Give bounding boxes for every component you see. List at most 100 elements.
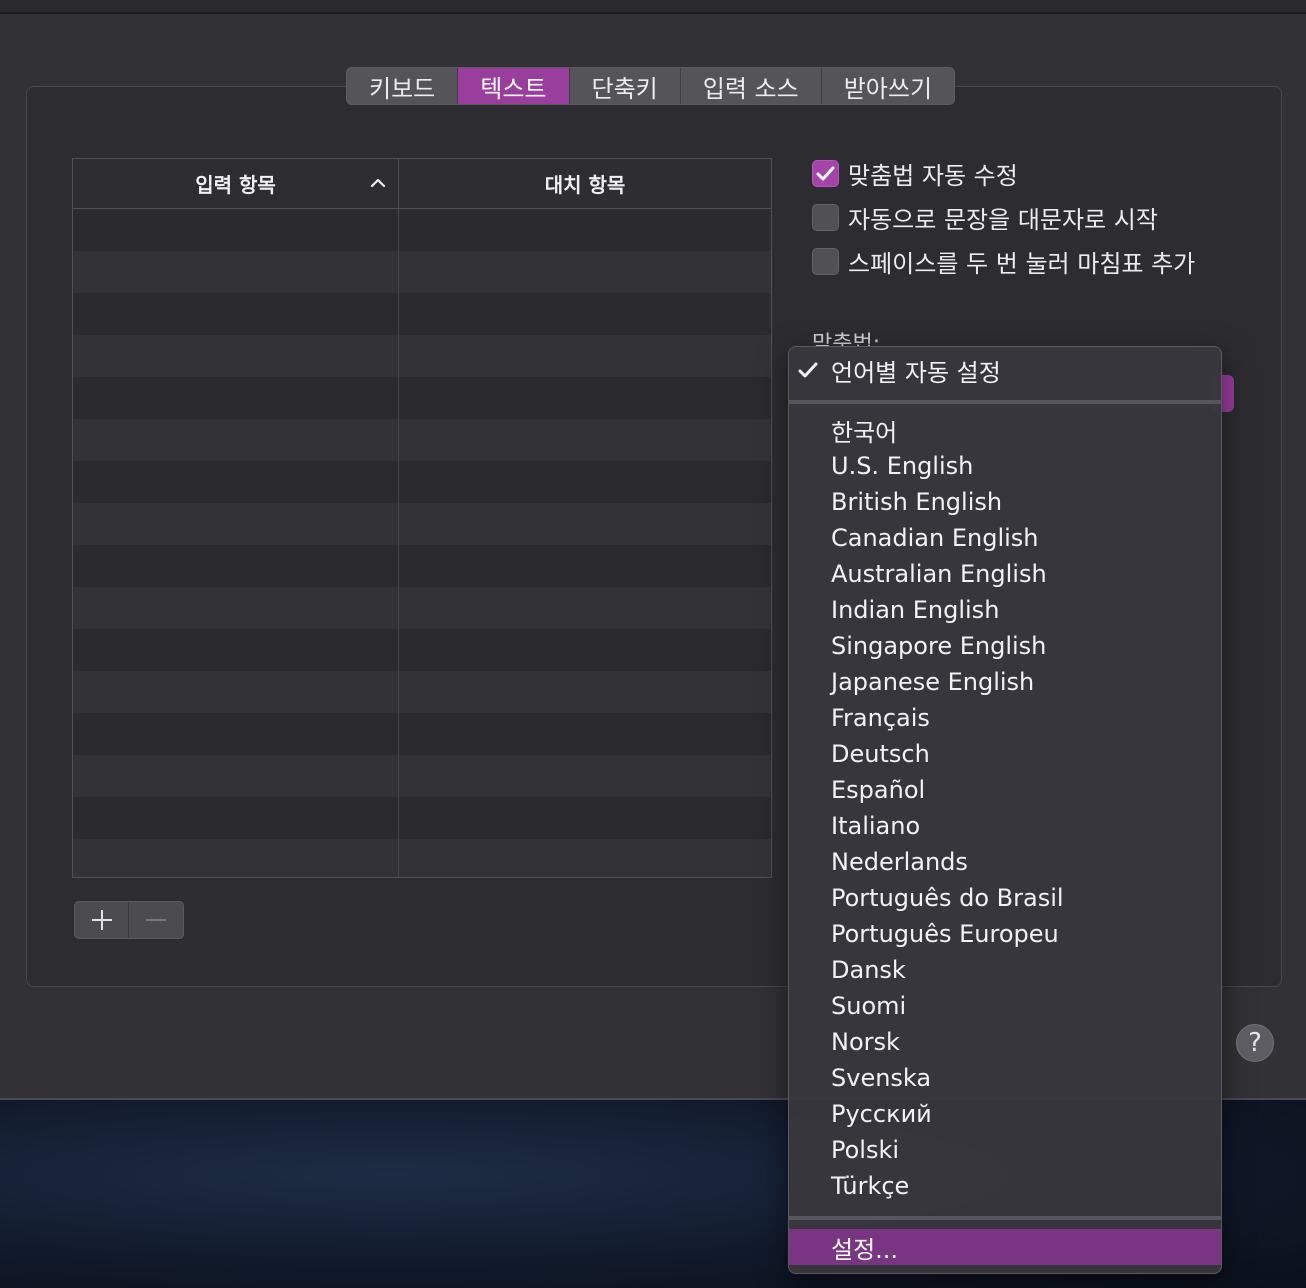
menu-item-language[interactable]: Canadian English — [789, 520, 1221, 556]
input-cell[interactable] — [73, 839, 399, 877]
menu-item-language[interactable]: Polski — [789, 1132, 1221, 1168]
replace-cell[interactable] — [399, 461, 771, 503]
menu-item-language[interactable]: Türkçe — [789, 1168, 1221, 1204]
tab-bar: 키보드 텍스트 단축키 입력 소스 받아쓰기 — [346, 67, 956, 105]
menu-item-language[interactable]: Português do Brasil — [789, 880, 1221, 916]
add-button[interactable] — [75, 902, 130, 938]
table-row[interactable] — [73, 377, 771, 419]
tab-keyboard[interactable]: 키보드 — [347, 68, 459, 104]
autocorrect-label: 맞춤법 자동 수정 — [848, 161, 1018, 190]
input-cell[interactable] — [73, 587, 399, 629]
input-cell[interactable] — [73, 293, 399, 335]
menu-item-automatic-label: 언어별 자동 설정 — [831, 358, 1001, 387]
table-row[interactable] — [73, 713, 771, 755]
replace-cell[interactable] — [399, 839, 771, 877]
table-row[interactable] — [73, 797, 771, 839]
menu-item-language[interactable]: Norsk — [789, 1024, 1221, 1060]
table-row[interactable] — [73, 335, 771, 377]
input-cell[interactable] — [73, 797, 399, 839]
input-cell[interactable] — [73, 335, 399, 377]
input-cell[interactable] — [73, 377, 399, 419]
text-replacement-table: 입력 항목 대치 항목 — [72, 158, 772, 878]
table-row[interactable] — [73, 545, 771, 587]
menu-item-language[interactable]: Japanese English — [789, 664, 1221, 700]
menu-item-language[interactable]: Dansk — [789, 952, 1221, 988]
tab-input-sources[interactable]: 입력 소스 — [681, 68, 822, 104]
tab-text[interactable]: 텍스트 — [458, 68, 570, 104]
replace-cell[interactable] — [399, 671, 771, 713]
menu-item-language[interactable]: Português Europeu — [789, 916, 1221, 952]
tab-shortcuts[interactable]: 단축키 — [570, 68, 681, 104]
table-row[interactable] — [73, 629, 771, 671]
menu-item-language[interactable]: British English — [789, 484, 1221, 520]
table-row[interactable] — [73, 671, 771, 713]
table-row[interactable] — [73, 251, 771, 293]
menu-item-language[interactable]: Русский — [789, 1096, 1221, 1132]
input-cell[interactable] — [73, 209, 399, 251]
sort-ascending-icon — [370, 178, 386, 188]
help-button[interactable]: ? — [1236, 1024, 1274, 1062]
table-row[interactable] — [73, 839, 771, 877]
replace-cell[interactable] — [399, 335, 771, 377]
input-cell[interactable] — [73, 461, 399, 503]
capitalize-label: 자동으로 문장을 대문자로 시작 — [848, 205, 1158, 234]
capitalize-option[interactable]: 자동으로 문장을 대문자로 시작 — [812, 202, 1158, 234]
input-cell[interactable] — [73, 545, 399, 587]
table-header: 입력 항목 대치 항목 — [73, 159, 771, 209]
replace-cell[interactable] — [399, 209, 771, 251]
menu-item-automatic[interactable]: 언어별 자동 설정 — [789, 352, 1221, 388]
input-cell[interactable] — [73, 671, 399, 713]
table-body[interactable] — [73, 209, 771, 877]
tab-dictation[interactable]: 받아쓰기 — [822, 68, 954, 104]
double-space-option[interactable]: 스페이스를 두 번 눌러 마침표 추가 — [812, 246, 1195, 278]
menu-item-language[interactable]: Français — [789, 700, 1221, 736]
checkmark-icon — [816, 166, 835, 180]
menu-item-language[interactable]: Svenska — [789, 1060, 1221, 1096]
table-row[interactable] — [73, 293, 771, 335]
menu-item-language[interactable]: Italiano — [789, 808, 1221, 844]
table-row[interactable] — [73, 503, 771, 545]
autocorrect-option[interactable]: 맞춤법 자동 수정 — [812, 158, 1018, 190]
table-row[interactable] — [73, 461, 771, 503]
menu-item-language[interactable]: Singapore English — [789, 628, 1221, 664]
remove-button[interactable] — [129, 902, 183, 938]
input-cell[interactable] — [73, 251, 399, 293]
column-header-replace[interactable]: 대치 항목 — [399, 159, 771, 208]
menu-item-language[interactable]: Deutsch — [789, 736, 1221, 772]
replace-cell[interactable] — [399, 503, 771, 545]
input-cell[interactable] — [73, 629, 399, 671]
menu-item-setup[interactable]: 설정... — [789, 1229, 1221, 1265]
input-cell[interactable] — [73, 713, 399, 755]
selected-check-icon — [798, 362, 818, 378]
menu-item-language[interactable]: Nederlands — [789, 844, 1221, 880]
menu-item-language[interactable]: Suomi — [789, 988, 1221, 1024]
table-row[interactable] — [73, 209, 771, 251]
replace-cell[interactable] — [399, 545, 771, 587]
menu-separator — [789, 400, 1221, 404]
replace-cell[interactable] — [399, 587, 771, 629]
autocorrect-checkbox[interactable] — [812, 159, 839, 187]
table-row[interactable] — [73, 587, 771, 629]
table-row[interactable] — [73, 755, 771, 797]
column-header-input-label: 입력 항목 — [195, 173, 276, 197]
replace-cell[interactable] — [399, 797, 771, 839]
capitalize-checkbox[interactable] — [812, 203, 839, 231]
menu-item-language[interactable]: Indian English — [789, 592, 1221, 628]
replace-cell[interactable] — [399, 419, 771, 461]
menu-item-language[interactable]: 한국어 — [789, 412, 1221, 448]
replace-cell[interactable] — [399, 293, 771, 335]
replace-cell[interactable] — [399, 629, 771, 671]
input-cell[interactable] — [73, 419, 399, 461]
input-cell[interactable] — [73, 503, 399, 545]
menu-item-language[interactable]: Australian English — [789, 556, 1221, 592]
replace-cell[interactable] — [399, 713, 771, 755]
column-header-input[interactable]: 입력 항목 — [73, 159, 399, 208]
input-cell[interactable] — [73, 755, 399, 797]
replace-cell[interactable] — [399, 251, 771, 293]
table-row[interactable] — [73, 419, 771, 461]
replace-cell[interactable] — [399, 377, 771, 419]
replace-cell[interactable] — [399, 755, 771, 797]
menu-item-language[interactable]: U.S. English — [789, 448, 1221, 484]
double-space-checkbox[interactable] — [812, 247, 839, 275]
menu-item-language[interactable]: Español — [789, 772, 1221, 808]
